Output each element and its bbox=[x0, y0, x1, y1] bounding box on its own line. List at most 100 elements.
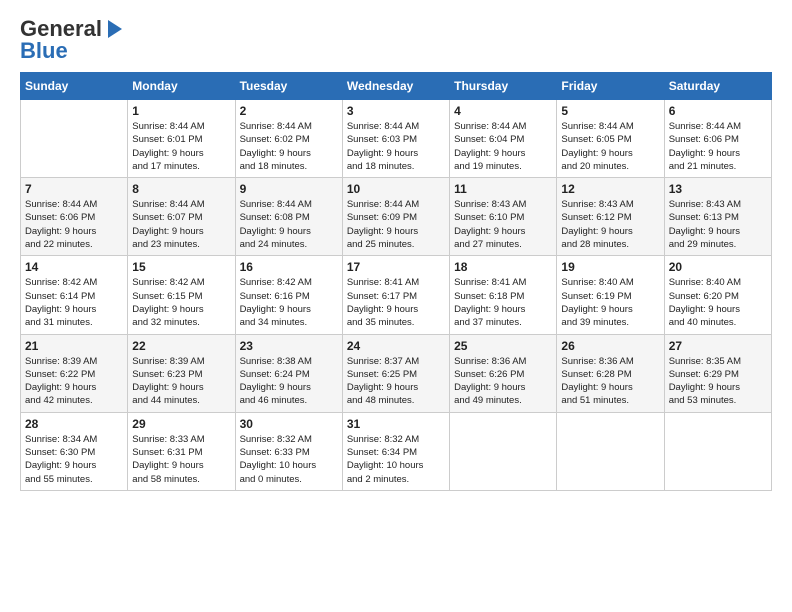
day-number: 27 bbox=[669, 339, 767, 353]
calendar-cell: 28 Sunrise: 8:34 AM Sunset: 6:30 PM Dayli… bbox=[21, 412, 128, 490]
calendar-cell: 8 Sunrise: 8:44 AM Sunset: 6:07 PM Daylig… bbox=[128, 178, 235, 256]
day-number: 21 bbox=[25, 339, 123, 353]
day-info: Sunrise: 8:36 AM Sunset: 6:28 PM Dayligh… bbox=[561, 355, 659, 408]
day-info: Sunrise: 8:41 AM Sunset: 6:17 PM Dayligh… bbox=[347, 276, 445, 329]
day-info: Sunrise: 8:40 AM Sunset: 6:19 PM Dayligh… bbox=[561, 276, 659, 329]
calendar-cell: 2Sunrise: 8:44 AM Sunset: 6:02 PM Daylig… bbox=[235, 100, 342, 178]
calendar-cell: 4Sunrise: 8:44 AM Sunset: 6:04 PM Daylig… bbox=[450, 100, 557, 178]
day-info: Sunrise: 8:44 AM Sunset: 6:06 PM Dayligh… bbox=[25, 198, 123, 251]
logo: General Blue bbox=[20, 16, 122, 64]
day-info: Sunrise: 8:33 AM Sunset: 6:31 PM Dayligh… bbox=[132, 433, 230, 486]
day-info: Sunrise: 8:43 AM Sunset: 6:13 PM Dayligh… bbox=[669, 198, 767, 251]
header-cell-wednesday: Wednesday bbox=[342, 73, 449, 100]
calendar-cell bbox=[557, 412, 664, 490]
calendar-cell: 6 Sunrise: 8:44 AM Sunset: 6:06 PM Daylig… bbox=[664, 100, 771, 178]
calendar-table: SundayMondayTuesdayWednesdayThursdayFrid… bbox=[20, 72, 772, 491]
day-number: 2 bbox=[240, 104, 338, 118]
calendar-cell: 15Sunrise: 8:42 AM Sunset: 6:15 PM Dayli… bbox=[128, 256, 235, 334]
day-info: Sunrise: 8:44 AM Sunset: 6:01 PM Dayligh… bbox=[132, 120, 230, 173]
day-info: Sunrise: 8:43 AM Sunset: 6:12 PM Dayligh… bbox=[561, 198, 659, 251]
header-row: SundayMondayTuesdayWednesdayThursdayFrid… bbox=[21, 73, 772, 100]
header-cell-friday: Friday bbox=[557, 73, 664, 100]
day-number: 24 bbox=[347, 339, 445, 353]
calendar-cell: 10Sunrise: 8:44 AM Sunset: 6:09 PM Dayli… bbox=[342, 178, 449, 256]
calendar-cell: 13 Sunrise: 8:43 AM Sunset: 6:13 PM Dayli… bbox=[664, 178, 771, 256]
day-info: Sunrise: 8:44 AM Sunset: 6:06 PM Dayligh… bbox=[669, 120, 767, 173]
day-info: Sunrise: 8:42 AM Sunset: 6:15 PM Dayligh… bbox=[132, 276, 230, 329]
day-info: Sunrise: 8:32 AM Sunset: 6:34 PM Dayligh… bbox=[347, 433, 445, 486]
day-info: Sunrise: 8:42 AM Sunset: 6:14 PM Dayligh… bbox=[25, 276, 123, 329]
day-number: 12 bbox=[561, 182, 659, 196]
calendar-cell: 24 Sunrise: 8:37 AM Sunset: 6:25 PM Dayli… bbox=[342, 334, 449, 412]
calendar-cell: 22Sunrise: 8:39 AM Sunset: 6:23 PM Dayli… bbox=[128, 334, 235, 412]
calendar-week-3: 21 Sunrise: 8:39 AM Sunset: 6:22 PM Dayli… bbox=[21, 334, 772, 412]
calendar-cell: 30Sunrise: 8:32 AM Sunset: 6:33 PM Dayli… bbox=[235, 412, 342, 490]
day-number: 1 bbox=[132, 104, 230, 118]
day-info: Sunrise: 8:36 AM Sunset: 6:26 PM Dayligh… bbox=[454, 355, 552, 408]
day-info: Sunrise: 8:39 AM Sunset: 6:23 PM Dayligh… bbox=[132, 355, 230, 408]
calendar-cell: 5Sunrise: 8:44 AM Sunset: 6:05 PM Daylig… bbox=[557, 100, 664, 178]
day-number: 10 bbox=[347, 182, 445, 196]
day-info: Sunrise: 8:44 AM Sunset: 6:05 PM Dayligh… bbox=[561, 120, 659, 173]
day-number: 28 bbox=[25, 417, 123, 431]
day-number: 6 bbox=[669, 104, 767, 118]
day-info: Sunrise: 8:44 AM Sunset: 6:03 PM Dayligh… bbox=[347, 120, 445, 173]
calendar-cell: 7Sunrise: 8:44 AM Sunset: 6:06 PM Daylig… bbox=[21, 178, 128, 256]
day-number: 13 bbox=[669, 182, 767, 196]
calendar-cell: 19 Sunrise: 8:40 AM Sunset: 6:19 PM Dayli… bbox=[557, 256, 664, 334]
calendar-cell: 26 Sunrise: 8:36 AM Sunset: 6:28 PM Dayli… bbox=[557, 334, 664, 412]
calendar-cell: 31 Sunrise: 8:32 AM Sunset: 6:34 PM Dayli… bbox=[342, 412, 449, 490]
day-number: 26 bbox=[561, 339, 659, 353]
day-info: Sunrise: 8:37 AM Sunset: 6:25 PM Dayligh… bbox=[347, 355, 445, 408]
calendar-week-4: 28 Sunrise: 8:34 AM Sunset: 6:30 PM Dayli… bbox=[21, 412, 772, 490]
header-cell-sunday: Sunday bbox=[21, 73, 128, 100]
header-cell-tuesday: Tuesday bbox=[235, 73, 342, 100]
day-number: 29 bbox=[132, 417, 230, 431]
calendar-cell: 12 Sunrise: 8:43 AM Sunset: 6:12 PM Dayli… bbox=[557, 178, 664, 256]
day-info: Sunrise: 8:38 AM Sunset: 6:24 PM Dayligh… bbox=[240, 355, 338, 408]
day-info: Sunrise: 8:44 AM Sunset: 6:08 PM Dayligh… bbox=[240, 198, 338, 251]
day-info: Sunrise: 8:35 AM Sunset: 6:29 PM Dayligh… bbox=[669, 355, 767, 408]
calendar-cell: 16Sunrise: 8:42 AM Sunset: 6:16 PM Dayli… bbox=[235, 256, 342, 334]
day-info: Sunrise: 8:32 AM Sunset: 6:33 PM Dayligh… bbox=[240, 433, 338, 486]
calendar-cell: 29 Sunrise: 8:33 AM Sunset: 6:31 PM Dayli… bbox=[128, 412, 235, 490]
calendar-cell: 18Sunrise: 8:41 AM Sunset: 6:18 PM Dayli… bbox=[450, 256, 557, 334]
page: General Blue SundayMondayTuesdayWednesda… bbox=[0, 0, 792, 507]
day-number: 3 bbox=[347, 104, 445, 118]
day-number: 8 bbox=[132, 182, 230, 196]
day-number: 11 bbox=[454, 182, 552, 196]
day-number: 9 bbox=[240, 182, 338, 196]
calendar-cell: 9 Sunrise: 8:44 AM Sunset: 6:08 PM Daylig… bbox=[235, 178, 342, 256]
day-number: 20 bbox=[669, 260, 767, 274]
calendar-cell: 1 Sunrise: 8:44 AM Sunset: 6:01 PM Daylig… bbox=[128, 100, 235, 178]
day-info: Sunrise: 8:40 AM Sunset: 6:20 PM Dayligh… bbox=[669, 276, 767, 329]
day-number: 14 bbox=[25, 260, 123, 274]
calendar-cell bbox=[450, 412, 557, 490]
day-info: Sunrise: 8:41 AM Sunset: 6:18 PM Dayligh… bbox=[454, 276, 552, 329]
header-cell-monday: Monday bbox=[128, 73, 235, 100]
day-info: Sunrise: 8:34 AM Sunset: 6:30 PM Dayligh… bbox=[25, 433, 123, 486]
calendar-cell: 23 Sunrise: 8:38 AM Sunset: 6:24 PM Dayli… bbox=[235, 334, 342, 412]
day-info: Sunrise: 8:44 AM Sunset: 6:07 PM Dayligh… bbox=[132, 198, 230, 251]
calendar-cell: 11Sunrise: 8:43 AM Sunset: 6:10 PM Dayli… bbox=[450, 178, 557, 256]
calendar-cell: 14 Sunrise: 8:42 AM Sunset: 6:14 PM Dayli… bbox=[21, 256, 128, 334]
calendar-week-0: 1 Sunrise: 8:44 AM Sunset: 6:01 PM Daylig… bbox=[21, 100, 772, 178]
calendar-week-1: 7Sunrise: 8:44 AM Sunset: 6:06 PM Daylig… bbox=[21, 178, 772, 256]
day-number: 16 bbox=[240, 260, 338, 274]
calendar-cell: 27 Sunrise: 8:35 AM Sunset: 6:29 PM Dayli… bbox=[664, 334, 771, 412]
day-number: 31 bbox=[347, 417, 445, 431]
day-number: 17 bbox=[347, 260, 445, 274]
calendar-cell: 25Sunrise: 8:36 AM Sunset: 6:26 PM Dayli… bbox=[450, 334, 557, 412]
logo-blue: Blue bbox=[20, 38, 68, 64]
calendar-week-2: 14 Sunrise: 8:42 AM Sunset: 6:14 PM Dayli… bbox=[21, 256, 772, 334]
day-number: 23 bbox=[240, 339, 338, 353]
day-number: 4 bbox=[454, 104, 552, 118]
day-number: 19 bbox=[561, 260, 659, 274]
calendar-cell: 20 Sunrise: 8:40 AM Sunset: 6:20 PM Dayli… bbox=[664, 256, 771, 334]
calendar-cell: 3 Sunrise: 8:44 AM Sunset: 6:03 PM Daylig… bbox=[342, 100, 449, 178]
calendar-cell bbox=[21, 100, 128, 178]
calendar-cell: 21 Sunrise: 8:39 AM Sunset: 6:22 PM Dayli… bbox=[21, 334, 128, 412]
header: General Blue bbox=[20, 16, 772, 64]
day-info: Sunrise: 8:39 AM Sunset: 6:22 PM Dayligh… bbox=[25, 355, 123, 408]
header-cell-saturday: Saturday bbox=[664, 73, 771, 100]
